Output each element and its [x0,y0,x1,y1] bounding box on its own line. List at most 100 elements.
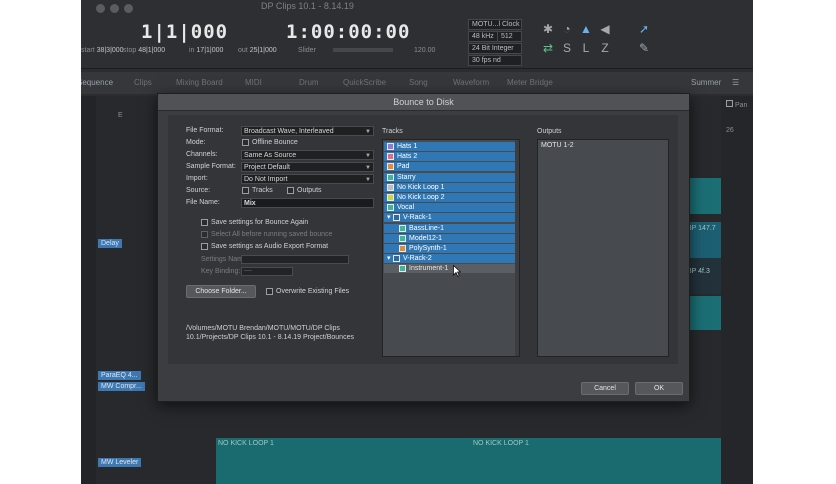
tempo-value[interactable]: 120.00 [414,47,435,54]
summer-menu[interactable]: Summer [691,78,721,87]
tracks-list[interactable]: Hats 1 Hats 2 Pad Starry No Kick Loop 1 No Ki… [382,139,520,357]
track-type-icon [387,163,394,171]
source-tracks-radio[interactable] [242,187,249,194]
track-item[interactable]: ▾ V-Rack-1 [384,213,516,223]
track-name: Instrument-1 [409,265,449,273]
track-item[interactable]: Hats 1 [384,142,516,151]
track-type-icon [387,183,394,191]
tab-midi[interactable]: MIDI [245,78,262,87]
sample-rate[interactable]: 48 kHz [468,31,500,42]
stop-value[interactable]: 48|1|000 [138,47,165,54]
track-item[interactable]: ▾ V-Rack-2 [384,254,516,264]
import-label: Import: [186,175,208,182]
l-icon[interactable]: L [579,41,593,55]
output-path: /Volumes/MOTU Brendan/MOTU/MOTU/DP Clips… [186,325,354,341]
pan-checkbox[interactable] [726,100,733,107]
s-icon[interactable]: S [560,41,574,55]
plugin-label[interactable]: ParaEQ 4... [98,371,141,380]
pointer-tool-icon[interactable]: ➚ [637,22,651,36]
clip-label: BP 4f.3 [687,268,710,275]
tracks-scrollbar[interactable] [515,140,519,356]
tab-sequence[interactable]: Sequence [81,78,113,87]
key-binding-input[interactable]: ---- [241,267,293,276]
sample-format-select[interactable]: Project Default ▼ [241,162,374,172]
track-name: V-Rack-2 [403,255,432,263]
tempo-slider[interactable] [333,48,393,52]
track-item[interactable]: PolySynth-1 [384,244,516,253]
track-item[interactable]: Starry [384,172,516,182]
track-type-icon [399,234,406,242]
select-all-checkbox[interactable] [201,231,208,238]
track-type-icon [387,143,394,150]
file-format-select[interactable]: Broadcast Wave, Interleaved ▼ [241,126,374,136]
track-item[interactable]: Model12-1 [384,233,516,243]
track-item[interactable]: BassLine-1 [384,223,516,233]
start-value[interactable]: 38|3|000 [97,47,124,54]
shuffle-icon[interactable]: ⇄ [541,41,555,55]
disclosure-triangle-icon[interactable]: ▾ [387,213,391,222]
plugin-label[interactable]: MW Compr... [98,382,145,391]
bit-depth[interactable]: 24 Bit Integer [468,43,522,54]
track-item[interactable]: No Kick Loop 1 [384,182,516,192]
select-all-label: Select All before running saved bounce [211,231,333,238]
overwrite-label: Overwrite Existing Files [276,288,350,295]
track-item[interactable]: Hats 2 [384,152,516,162]
clip-block[interactable] [216,438,721,484]
tab-mixing-board[interactable]: Mixing Board [176,78,223,87]
metronome-icon[interactable]: ▲ [579,22,593,36]
zoom-window-button[interactable] [124,4,133,13]
link-icon[interactable]: ✱ [541,22,555,36]
cancel-button[interactable]: Cancel [581,382,629,395]
source-outputs-radio[interactable] [287,187,294,194]
tab-drum[interactable]: Drum [299,78,319,87]
track-item[interactable]: Instrument-1 [384,264,516,274]
z-icon[interactable]: Z [598,41,612,55]
buffer-size[interactable]: 512 [497,31,522,42]
track-item[interactable]: Pad [384,162,516,172]
marker-label: E [118,112,123,119]
channels-select[interactable]: Same As Source ▼ [241,150,374,160]
choose-folder-button[interactable]: Choose Folder... [186,285,256,298]
offline-bounce-checkbox[interactable] [242,139,249,146]
plugin-label[interactable]: MW Leveler [98,458,142,467]
track-type-icon [387,173,394,181]
save-bounce-again-checkbox[interactable] [201,219,208,226]
clip-label: NO KICK LOOP 1 [218,440,274,447]
tab-meter-bridge[interactable]: Meter Bridge [507,78,553,87]
measure-counter[interactable]: 1|1|000 [141,21,228,43]
disclosure-triangle-icon[interactable]: ▾ [387,254,391,263]
ok-button[interactable]: OK [635,382,683,395]
tempo-source[interactable]: Slider [298,47,316,54]
speaker-icon[interactable]: ◀ [598,22,612,36]
tab-waveform[interactable]: Waveform [453,78,489,87]
frame-rate[interactable]: 30 fps nd [468,55,522,66]
tracks-title: Tracks [382,128,403,135]
file-format-label: File Format: [186,127,224,134]
close-window-button[interactable] [96,4,105,13]
dialog-body: File Format: Broadcast Wave, Interleaved… [168,115,678,364]
tab-song[interactable]: Song [409,78,428,87]
clock-source[interactable]: MOTU...l Clock [468,19,522,30]
track-name: No Kick Loop 2 [397,194,445,201]
menu-icon[interactable]: ☰ [732,78,739,87]
time-counter[interactable]: 1:00:00:00 [286,21,410,43]
output-item[interactable]: MOTU 1-2 [541,142,574,149]
tab-clips[interactable]: Clips [134,78,152,87]
file-name-input[interactable]: Mix [241,198,374,208]
out-value[interactable]: 25|1|000 [250,47,277,54]
settings-name-input[interactable] [241,255,349,264]
tab-quickscribe[interactable]: QuickScribe [343,78,386,87]
track-name: Model12-1 [409,234,443,242]
clock-icon[interactable]: ◔ [560,22,574,36]
track-item[interactable]: Vocal [384,203,516,213]
track-item[interactable]: No Kick Loop 2 [384,193,516,202]
in-value[interactable]: 17|1|000 [196,47,223,54]
pencil-tool-icon[interactable]: ✎ [637,41,651,55]
import-select[interactable]: Do Not Import ▼ [241,174,374,184]
outputs-list[interactable]: MOTU 1-2 [537,139,669,357]
save-audio-export-checkbox[interactable] [201,243,208,250]
minimize-window-button[interactable] [110,4,119,13]
overwrite-checkbox[interactable] [266,288,273,295]
plugin-label[interactable]: Delay [98,239,122,248]
mouse-cursor-icon [453,265,461,277]
